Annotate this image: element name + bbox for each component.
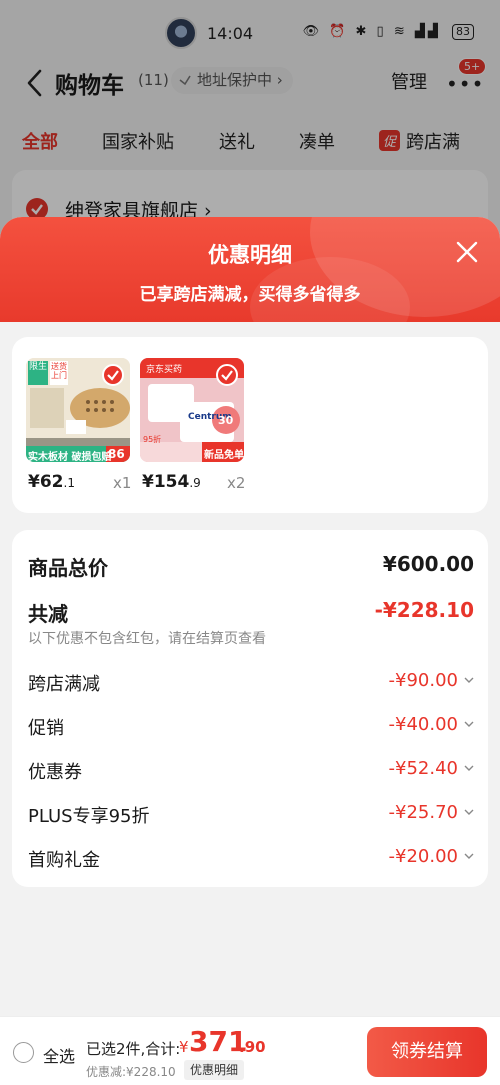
product-price: ¥62.1 — [28, 472, 75, 492]
discount-label: 优惠券 — [28, 762, 82, 783]
price-decimal: .1 — [63, 476, 75, 490]
selected-check — [216, 364, 238, 386]
checkout-button[interactable]: 领券结算 — [367, 1027, 487, 1077]
discount-label: 首购礼金 — [28, 850, 100, 871]
product-item[interactable]: 限生 送货上门 实木板材 破损包赔 86 ¥62.1 x1 — [26, 358, 132, 492]
price-integer: ¥62 — [28, 472, 64, 492]
product-item[interactable]: 京东买药 Centrum 30 95折 新品免单 ¥154.9 x2 — [140, 358, 246, 492]
discount-value: -¥52.40 — [388, 758, 458, 779]
thumb-tag: 限生 — [29, 362, 48, 372]
thumb-promo: 新品免单 — [204, 450, 244, 461]
discount-value: -¥20.00 — [388, 846, 458, 867]
discount-note: 以下优惠不包含红包，请在结算页查看 — [28, 631, 266, 647]
thumb-number: 86 — [108, 447, 125, 461]
thumb-banner: 实木板材 破损包赔 — [28, 452, 112, 462]
product-quantity: x2 — [227, 474, 246, 492]
select-all-label[interactable]: 全选 — [43, 1043, 75, 1067]
thumb-tag: 京东买药 — [146, 365, 183, 375]
close-icon[interactable] — [455, 240, 479, 264]
price-integer: ¥154 — [142, 472, 190, 492]
price-summary-card: 商品总价 ¥600.00 共减 -¥228.10 以下优惠不包含红包，请在结算页… — [12, 530, 488, 887]
selected-check — [102, 364, 124, 386]
chevron-down-icon — [464, 721, 474, 727]
discount-detail-button[interactable]: 优惠明细 — [184, 1060, 245, 1080]
modal-title: 优惠明细 — [208, 243, 292, 267]
discount-label: 跨店满减 — [28, 674, 100, 695]
discount-value: -¥25.70 — [388, 802, 458, 823]
thumb-badge: 95折 — [143, 435, 162, 444]
product-quantity: x1 — [113, 474, 132, 492]
total-price-label: 商品总价 — [28, 556, 108, 580]
checkout-bar: 全选 已选2件,合计: ¥ 371 .90 优惠减:¥228.10 优惠明细 领… — [0, 1016, 500, 1085]
chevron-down-icon — [464, 853, 474, 859]
discount-value: -¥40.00 — [388, 714, 458, 735]
select-all-radio[interactable] — [13, 1042, 34, 1063]
thumb-number: 30 — [218, 414, 234, 427]
chevron-down-icon — [464, 765, 474, 771]
discount-amount: 优惠减:¥228.10 — [86, 1065, 176, 1079]
selected-products-card: 限生 送货上门 实木板材 破损包赔 86 ¥62.1 x1 京东买药 Centr… — [12, 337, 488, 513]
price-decimal: .9 — [189, 476, 201, 490]
chevron-down-icon — [464, 677, 474, 683]
check-icon — [107, 370, 119, 381]
total-reduction-label: 共减 — [28, 602, 68, 626]
discount-label: 促销 — [28, 718, 64, 739]
modal-subtitle: 已享跨店满减，买得多省得多 — [139, 285, 361, 305]
discount-value: -¥90.00 — [388, 670, 458, 691]
product-thumbnail: 限生 送货上门 实木板材 破损包赔 86 — [26, 358, 130, 462]
discount-label: PLUS专享95折 — [28, 806, 150, 827]
chevron-down-icon — [464, 809, 474, 815]
total-price-value: ¥600.00 — [382, 552, 474, 576]
check-icon — [221, 370, 233, 381]
discount-detail-sheet: 优惠明细 已享跨店满减，买得多省得多 限生 送货上门 实木板材 破损包赔 86 … — [0, 217, 500, 1085]
product-price: ¥154.9 — [142, 472, 201, 492]
total-amount-decimal: .90 — [239, 1038, 266, 1056]
modal-header: 优惠明细 已享跨店满减，买得多省得多 — [0, 217, 500, 322]
product-thumbnail: 京东买药 Centrum 30 95折 新品免单 — [140, 358, 244, 462]
total-reduction-value: -¥228.10 — [374, 598, 474, 622]
selected-summary: 已选2件,合计: — [86, 1040, 181, 1058]
total-currency: ¥ — [179, 1038, 189, 1056]
thumb-tag: 送货上门 — [51, 362, 67, 380]
